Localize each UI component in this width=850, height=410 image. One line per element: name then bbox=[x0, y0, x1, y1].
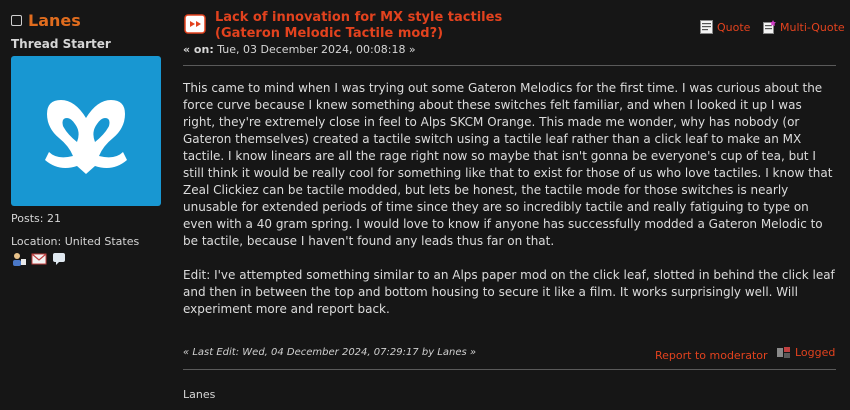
post-topic-icon bbox=[184, 14, 206, 34]
header-divider bbox=[183, 65, 836, 66]
post-date-prefix: « on: bbox=[183, 43, 214, 56]
post-date-value: Tue, 03 December 2024, 00:08:18 » bbox=[217, 43, 416, 56]
post-title-line1[interactable]: Lack of innovation for MX style tactiles bbox=[215, 10, 515, 26]
quote-label[interactable]: Quote bbox=[717, 21, 750, 34]
email-icon[interactable] bbox=[31, 252, 47, 266]
multi-quote-icon bbox=[763, 20, 776, 34]
poster-name[interactable]: Lanes bbox=[28, 11, 81, 30]
logged-label: Logged bbox=[795, 346, 836, 359]
logged-indicator: Logged bbox=[776, 346, 835, 359]
report-to-moderator-link[interactable]: Report to moderator bbox=[655, 349, 768, 362]
signature: Lanes bbox=[183, 388, 216, 401]
profile-icon[interactable] bbox=[11, 252, 27, 266]
signature-divider bbox=[183, 369, 836, 370]
post-title[interactable]: Lack of innovation for MX style tactiles… bbox=[215, 10, 515, 42]
poster-location: Location: United States bbox=[11, 235, 140, 248]
post-body: This came to mind when I was trying out … bbox=[183, 80, 836, 318]
post-date: « on: Tue, 03 December 2024, 00:08:18 » bbox=[183, 43, 416, 56]
poster-post-count: Posts: 21 bbox=[11, 212, 61, 225]
post-paragraph-2: Edit: I've attempted something similar t… bbox=[183, 268, 835, 316]
multi-quote-label[interactable]: Multi-Quote bbox=[780, 21, 845, 34]
avatar-logo-icon bbox=[45, 100, 127, 174]
quote-icon bbox=[700, 20, 713, 34]
poster-icons bbox=[11, 252, 67, 266]
quote-button[interactable]: Quote bbox=[700, 20, 750, 34]
personal-message-icon[interactable] bbox=[51, 252, 67, 266]
poster-name-row: Lanes bbox=[11, 11, 81, 30]
post-title-line2[interactable]: (Gateron Melodic Tactile mod?) bbox=[215, 26, 515, 42]
ip-logged-icon bbox=[777, 347, 790, 358]
last-edit-note: « Last Edit: Wed, 04 December 2024, 07:2… bbox=[183, 347, 477, 358]
multi-quote-button[interactable]: Multi-Quote bbox=[763, 20, 845, 34]
poster-info: Lanes Thread Starter Posts: 21 Location:… bbox=[0, 0, 175, 410]
post-paragraph-1: This came to mind when I was trying out … bbox=[183, 81, 833, 248]
poster-title: Thread Starter bbox=[11, 37, 111, 51]
offline-status-icon bbox=[11, 15, 22, 26]
avatar bbox=[11, 56, 161, 206]
